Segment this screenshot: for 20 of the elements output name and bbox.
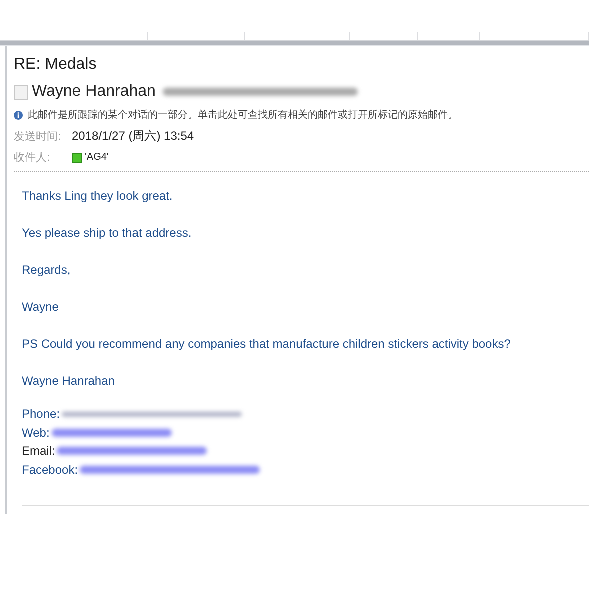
body-paragraph: Thanks Ling they look great. bbox=[22, 188, 174, 204]
contact-label: Web: bbox=[22, 426, 50, 440]
conversation-info-text[interactable]: 此邮件是所跟踪的某个对话的一部分。单击此处可查找所有相关的邮件或打开所标记的原始邮件。 bbox=[28, 108, 458, 122]
contact-label: Phone: bbox=[22, 407, 60, 422]
body-paragraph: PS Could you recommend any companies that manufacture children stickers activity books? bbox=[22, 336, 512, 352]
email-subject: RE: Medals bbox=[14, 56, 98, 75]
presence-icon bbox=[72, 152, 82, 162]
contact-card-icon bbox=[14, 84, 28, 100]
body-paragraph: Wayne bbox=[22, 299, 60, 315]
contact-label: Email: bbox=[22, 444, 56, 458]
contact-label: Facebook: bbox=[22, 462, 78, 477]
body-paragraph: Yes please ship to that address. bbox=[22, 225, 193, 241]
recipient-name[interactable]: 'AG4' bbox=[85, 152, 109, 163]
field-label: 发送时间: bbox=[14, 130, 62, 144]
sender-name: Wayne Hanrahan bbox=[32, 83, 156, 101]
body-paragraph: Wayne Hanrahan bbox=[22, 373, 116, 389]
field-label: 收件人: bbox=[14, 151, 52, 165]
field-value: 2018/1/27 (周六) 13:54 bbox=[72, 128, 194, 145]
body-paragraph: Regards, bbox=[22, 262, 72, 278]
info-icon bbox=[14, 110, 23, 120]
